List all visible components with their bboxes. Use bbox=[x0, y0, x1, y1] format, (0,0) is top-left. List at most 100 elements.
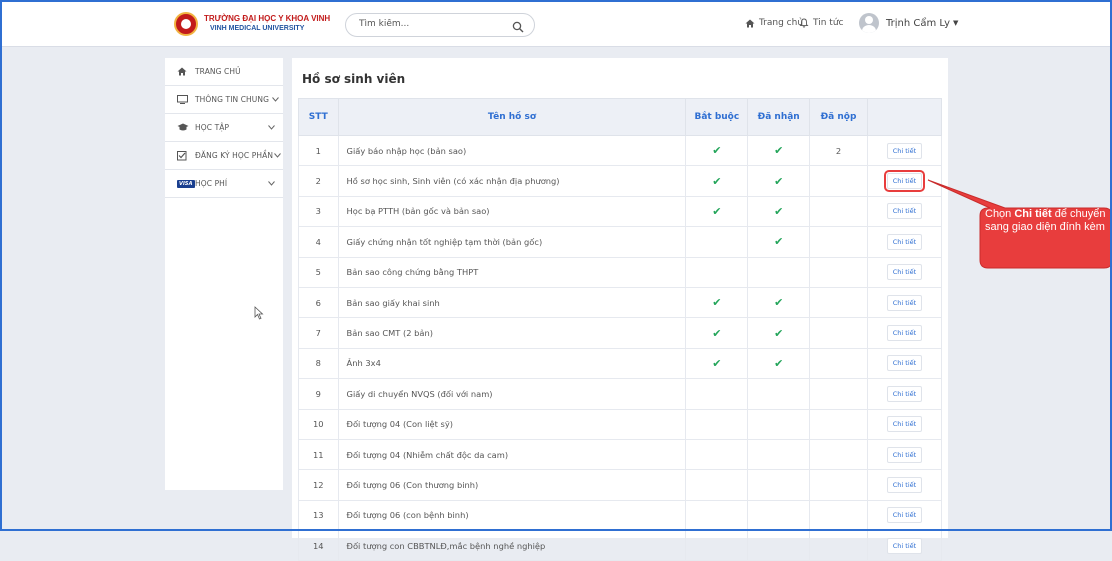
sidebar-item-study[interactable]: HỌC TẬP bbox=[165, 114, 283, 142]
column-header-stt[interactable]: STT bbox=[298, 98, 339, 136]
detail-button[interactable]: Chi tiết bbox=[886, 416, 923, 433]
row-received: ✔ bbox=[747, 196, 811, 228]
row-submitted bbox=[809, 287, 868, 319]
detail-button[interactable]: Chi tiết bbox=[886, 233, 923, 250]
row-required bbox=[685, 378, 749, 410]
row-stt: 9 bbox=[298, 378, 339, 410]
column-header-received[interactable]: Đã nhận bbox=[747, 98, 811, 136]
check-icon: ✔ bbox=[774, 204, 784, 218]
page-title: Hồ sơ sinh viên bbox=[302, 72, 406, 86]
detail-button[interactable]: Chi tiết bbox=[886, 355, 923, 372]
home-icon bbox=[745, 19, 755, 27]
row-required bbox=[685, 530, 749, 561]
table-row: 12 Đối tượng 06 (Con thương binh) Chi tiết bbox=[298, 469, 943, 501]
check-icon: ✔ bbox=[712, 204, 722, 218]
column-header-name[interactable]: Tên hồ sơ bbox=[337, 98, 687, 136]
row-submitted bbox=[809, 257, 868, 288]
nav-home-link[interactable]: Trang chủ bbox=[745, 18, 803, 28]
row-actions: Chi tiết bbox=[866, 469, 943, 501]
home-icon bbox=[177, 67, 191, 76]
row-stt: 7 bbox=[298, 317, 339, 349]
table-row: 4 Giấy chứng nhận tốt nghiệp tạm thời (bả… bbox=[298, 226, 943, 258]
detail-button[interactable]: Chi tiết bbox=[886, 294, 923, 311]
detail-button[interactable]: Chi tiết bbox=[886, 507, 923, 524]
column-header-required[interactable]: Bắt buộc bbox=[685, 98, 749, 136]
check-icon: ✔ bbox=[712, 356, 722, 370]
column-header-submitted[interactable]: Đã nộp bbox=[809, 98, 868, 136]
detail-button[interactable]: Chi tiết bbox=[886, 446, 923, 463]
row-submitted bbox=[809, 469, 868, 501]
detail-button[interactable]: Chi tiết bbox=[886, 203, 923, 220]
table-row: 11 Đối tượng 04 (Nhiễm chất độc da cam) Ch… bbox=[298, 439, 943, 471]
checkbox-icon bbox=[177, 150, 191, 161]
table-row: 8 Ảnh 3x4 ✔ ✔ Chi tiết bbox=[298, 348, 943, 380]
row-received bbox=[747, 409, 811, 440]
row-received bbox=[747, 439, 811, 471]
table-row: 6 Bản sao giấy khai sinh ✔ ✔ Chi tiết bbox=[298, 287, 943, 319]
row-required: ✔ bbox=[685, 165, 749, 197]
row-required bbox=[685, 226, 749, 258]
caret-down-icon: ▼ bbox=[952, 19, 959, 27]
table-row: 2 Hồ sơ học sinh, Sinh viên (có xác nhận … bbox=[298, 165, 943, 197]
detail-button[interactable]: Chi tiết bbox=[886, 264, 923, 281]
row-stt: 2 bbox=[298, 165, 339, 197]
row-document-name: Bản sao giấy khai sinh bbox=[337, 287, 687, 319]
table-header-row: STT Tên hồ sơ Bắt buộc Đã nhận Đã nộp bbox=[298, 98, 943, 136]
monitor-icon bbox=[177, 95, 191, 104]
check-icon: ✔ bbox=[712, 326, 722, 340]
row-stt: 13 bbox=[298, 500, 339, 532]
row-document-name: Giấy di chuyển NVQS (đối với nam) bbox=[337, 378, 687, 410]
row-actions: Chi tiết bbox=[866, 287, 943, 319]
row-submitted: 2 bbox=[809, 135, 868, 167]
row-required: ✔ bbox=[685, 287, 749, 319]
search-input[interactable] bbox=[357, 18, 511, 30]
detail-button[interactable]: Chi tiết bbox=[886, 325, 923, 342]
user-menu[interactable]: Trịnh Cẩm Ly ▼ bbox=[859, 13, 958, 33]
row-actions: Chi tiết bbox=[866, 409, 943, 440]
sidebar-item-home[interactable]: TRANG CHỦ bbox=[165, 58, 283, 86]
row-submitted bbox=[809, 317, 868, 349]
row-stt: 1 bbox=[298, 135, 339, 167]
chevron-down-icon bbox=[268, 123, 275, 132]
row-required bbox=[685, 257, 749, 288]
row-actions: Chi tiết bbox=[866, 196, 943, 228]
sidebar-item-label: HỌC PHÍ bbox=[195, 179, 228, 188]
top-navbar: TRƯỜNG ĐẠI HỌC Y KHOA VINH VINH MEDICAL … bbox=[2, 2, 1110, 47]
nav-news-link[interactable]: Tin tức bbox=[799, 18, 843, 28]
row-required: ✔ bbox=[685, 348, 749, 380]
nav-news-label: Tin tức bbox=[813, 18, 844, 28]
row-required bbox=[685, 409, 749, 440]
row-required: ✔ bbox=[685, 196, 749, 228]
sidebar-item-general-info[interactable]: THÔNG TIN CHUNG bbox=[165, 86, 283, 114]
detail-button[interactable]: Chi tiết bbox=[883, 170, 926, 193]
row-actions: Chi tiết bbox=[866, 165, 943, 197]
detail-button[interactable]: Chi tiết bbox=[886, 142, 923, 159]
detail-button[interactable]: Chi tiết bbox=[886, 385, 923, 402]
check-icon: ✔ bbox=[774, 356, 784, 370]
sidebar-item-course-registration[interactable]: ĐĂNG KÝ HỌC PHẦN bbox=[165, 142, 283, 170]
sidebar-item-label: ĐĂNG KÝ HỌC PHẦN bbox=[195, 151, 274, 160]
row-document-name: Đối tượng 06 (con bệnh binh) bbox=[337, 500, 687, 532]
graduation-cap-icon bbox=[177, 123, 191, 132]
table-row: 7 Bản sao CMT (2 bản) ✔ ✔ Chi tiết bbox=[298, 317, 943, 349]
detail-button[interactable]: Chi tiết bbox=[886, 537, 923, 554]
row-stt: 6 bbox=[298, 287, 339, 319]
detail-button[interactable]: Chi tiết bbox=[886, 476, 923, 493]
chevron-down-icon bbox=[274, 151, 281, 160]
search-icon[interactable] bbox=[512, 18, 524, 37]
check-icon: ✔ bbox=[712, 144, 722, 158]
row-submitted bbox=[809, 196, 868, 228]
check-icon: ✔ bbox=[774, 235, 784, 249]
row-document-name: Bản sao CMT (2 bản) bbox=[337, 317, 687, 349]
row-actions: Chi tiết bbox=[866, 500, 943, 532]
column-header-actions bbox=[866, 98, 943, 136]
row-stt: 12 bbox=[298, 469, 339, 501]
sidebar-item-tuition[interactable]: VISA HỌC PHÍ bbox=[165, 170, 283, 198]
sidebar-item-label: TRANG CHỦ bbox=[195, 67, 241, 76]
row-stt: 5 bbox=[298, 257, 339, 288]
row-required bbox=[685, 500, 749, 532]
chevron-down-icon bbox=[268, 179, 275, 188]
search-box bbox=[345, 13, 535, 37]
check-icon: ✔ bbox=[774, 296, 784, 310]
brand[interactable]: TRƯỜNG ĐẠI HỌC Y KHOA VINH VINH MEDICAL … bbox=[174, 12, 330, 36]
